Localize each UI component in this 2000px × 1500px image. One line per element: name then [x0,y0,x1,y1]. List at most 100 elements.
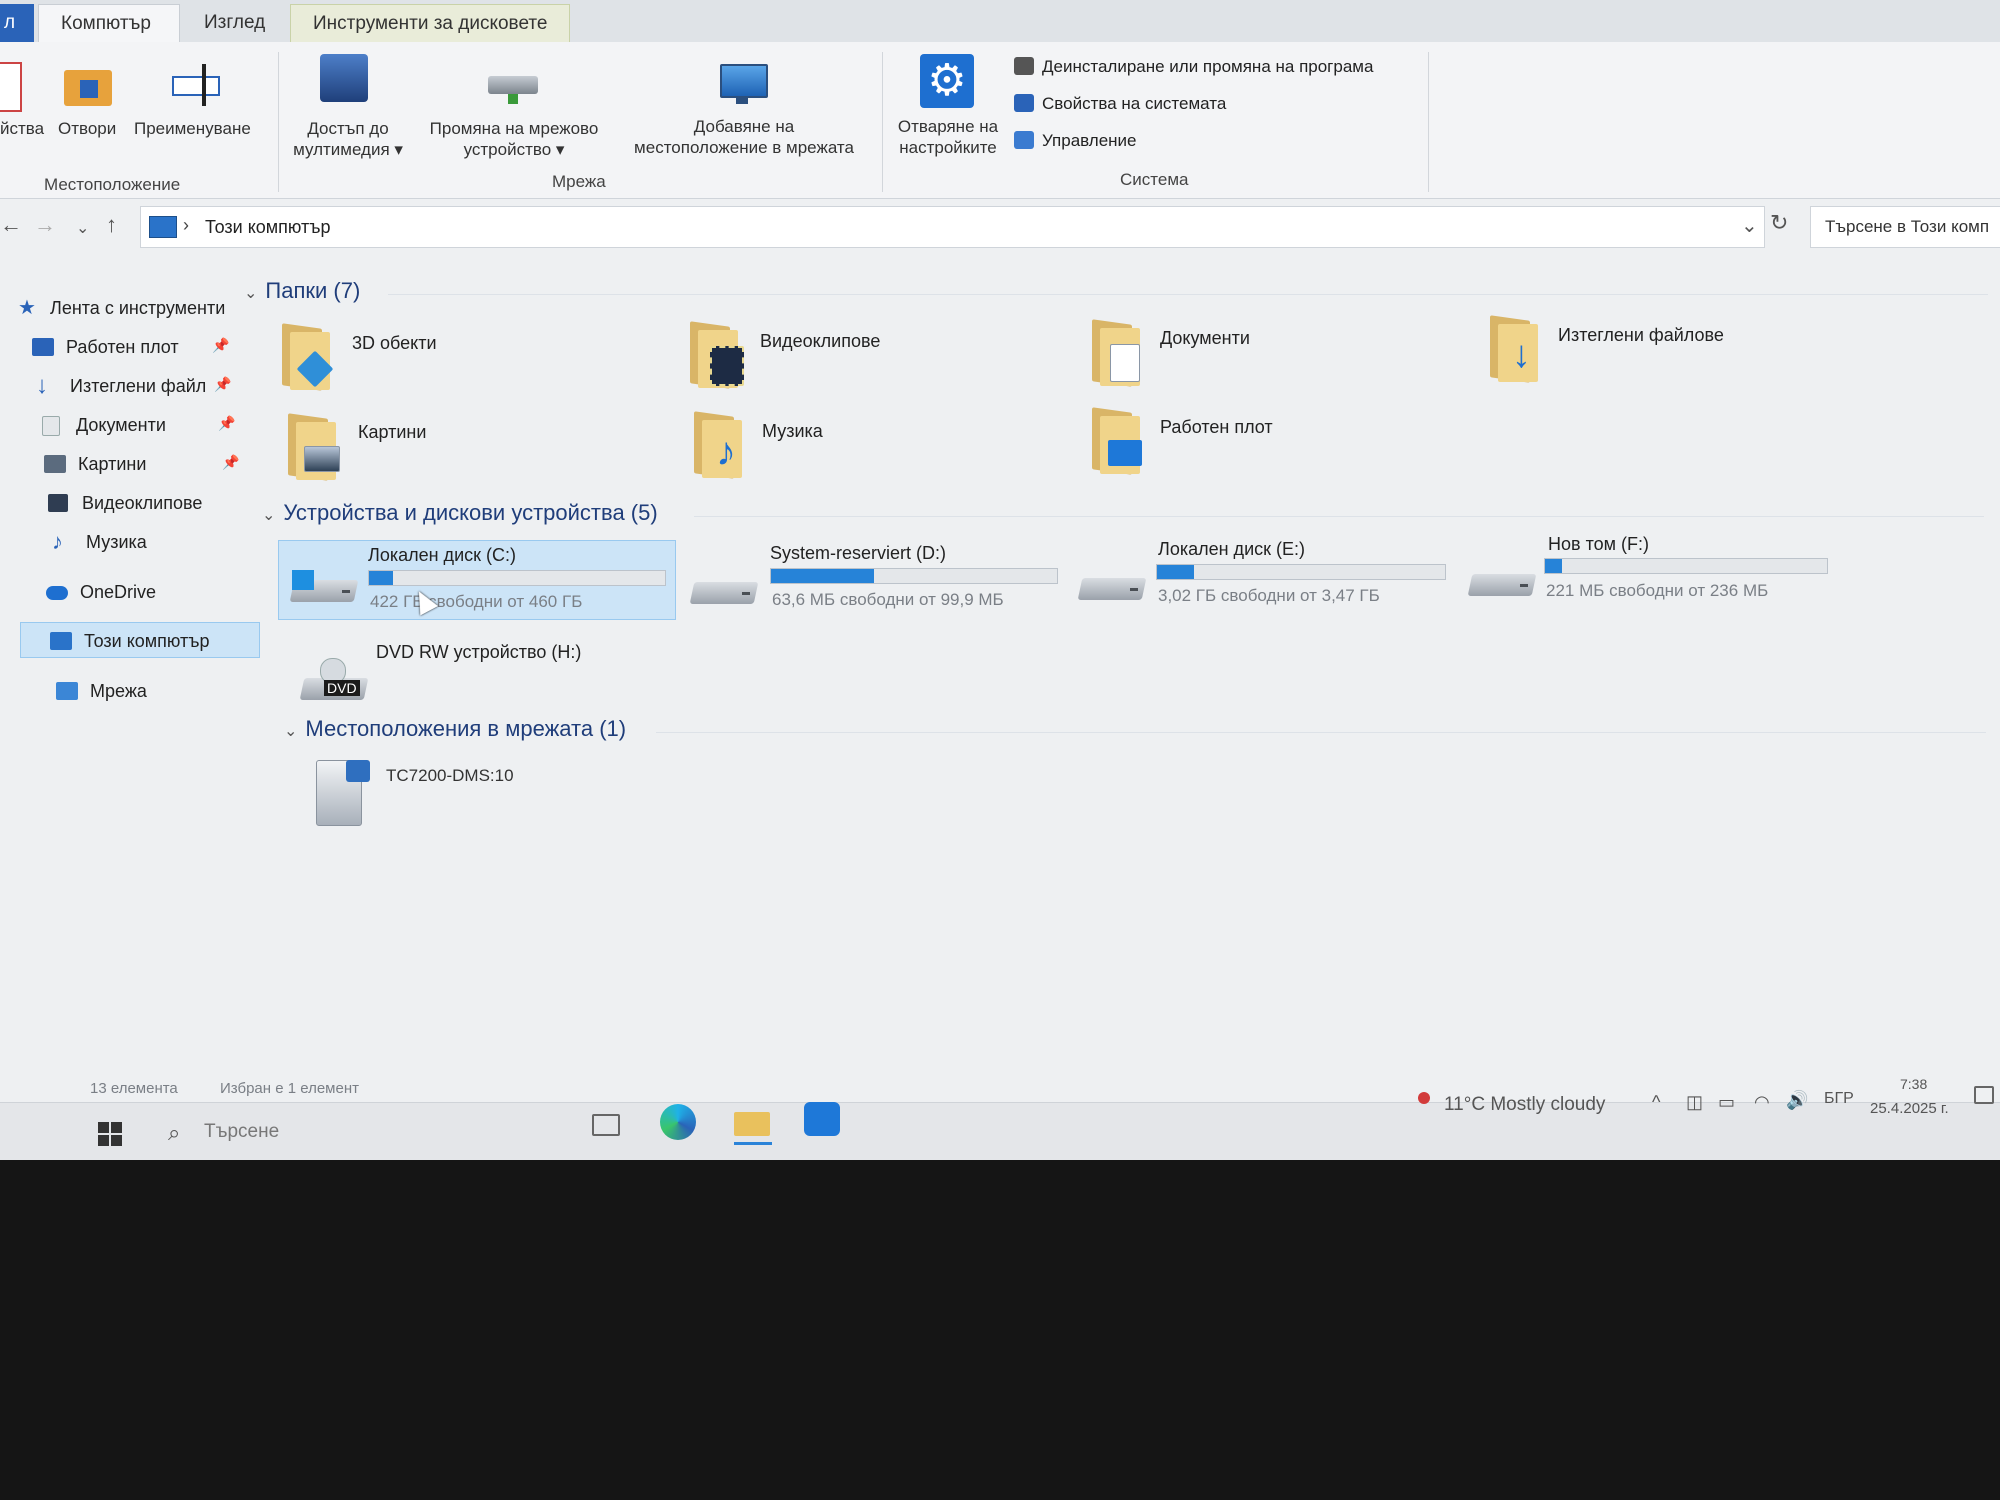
add-network-location-button[interactable]: Добавяне на местоположение в мрежата [620,116,868,158]
dvd-badge: DVD [324,680,360,696]
media-access-label-2: мултимедия ▾ [293,140,403,159]
windows-start-icon[interactable] [98,1122,122,1146]
language-indicator[interactable]: БГР [1824,1090,1854,1108]
weather-alert-icon [1418,1092,1430,1104]
edge-browser-icon[interactable] [660,1104,696,1140]
folder-3d-objects[interactable]: 3D обекти [352,333,437,354]
camera-icon[interactable]: ◫ [1686,1092,1703,1113]
drive-f-icon [1467,564,1537,598]
sidebar-item-label: Документи [76,415,166,435]
wifi-icon[interactable]: ◠ [1754,1092,1770,1113]
media-access-button[interactable]: Достъп до мултимедия ▾ [290,118,406,160]
sidebar-item-documents[interactable]: Документи [42,410,166,440]
task-view-icon[interactable] [592,1114,620,1136]
group-label-system: Система [1120,170,1189,189]
tab-drive-tools[interactable]: Инструменти за дисковете [290,4,571,42]
back-button[interactable]: ← [0,212,22,238]
rename-button[interactable]: Преименуване [134,118,251,139]
folder-music[interactable]: Музика [762,421,823,442]
folder-desktop[interactable]: Работен плот [1160,417,1273,438]
uninstall-label: Деинсталиране или промяна на програма [1042,57,1374,76]
ribbon-separator [882,52,883,192]
breadcrumb-separator: › [183,215,189,235]
outlook-icon[interactable] [804,1102,840,1136]
pin-icon: 📌 [222,454,240,470]
open-button[interactable]: Отвори [58,118,116,139]
refresh-icon[interactable]: ↻ [1770,210,1788,236]
drive-h-name[interactable]: DVD RW устройство (H:) [376,642,581,663]
drive-e-name[interactable]: Локален диск (E:) [1158,539,1305,560]
address-bar[interactable]: › Този компютър ⌄ [140,206,1765,248]
folder-pictures[interactable]: Картини [358,422,426,443]
folder-documents[interactable]: Документи [1160,328,1250,349]
manage-button[interactable]: Управление [1014,129,1137,153]
clock-time[interactable]: 7:38 [1900,1076,1927,1092]
file-explorer-taskbar-icon[interactable] [734,1106,772,1145]
network-location-tc7200[interactable]: TC7200-DMS:10 [386,766,514,786]
section-header-folders[interactable]: ⌄ Папки (7) [244,278,360,304]
sidebar-item-network[interactable]: Мрежа [56,676,147,706]
status-selected-count: Избран е 1 елемент [220,1080,359,1097]
pin-icon: 📌 [214,376,232,392]
breadcrumb-this-pc[interactable]: Този компютър [205,217,331,238]
search-box[interactable]: Търсене в Този комп [1810,206,2000,248]
battery-icon[interactable]: ▭ [1718,1092,1735,1113]
sidebar-item-label: Лента с инструменти [50,298,226,318]
drive-d-name[interactable]: System-reserviert (D:) [770,543,946,564]
sidebar-item-desktop[interactable]: Работен плот [32,332,179,362]
folder-downloads[interactable]: Изтеглени файлове [1558,325,1724,346]
folder-documents-icon [1092,319,1144,387]
tab-computer[interactable]: Компютър [38,4,180,42]
pin-icon: 📌 [218,415,236,431]
weather-widget[interactable]: 11°C Mostly cloudy [1444,1094,1605,1116]
section-header-devices[interactable]: ⌄ Устройства и дискови устройства (5) [262,500,658,526]
open-settings-label-2: настройките [899,138,997,157]
volume-icon[interactable]: 🔊 [1786,1090,1808,1111]
search-icon: ⌕ [168,1120,181,1145]
sidebar-item-downloads[interactable]: ↓ Изтеглени файл [36,371,206,401]
sidebar-item-label: Картини [78,454,147,474]
sidebar-item-onedrive[interactable]: OneDrive [46,577,156,607]
tray-overflow-chevron-icon[interactable]: ^ [1652,1092,1660,1113]
folder-pictures-icon [288,413,340,481]
add-location-label-2: местоположение в мрежата [634,138,854,157]
folder-videos[interactable]: Видеоклипове [760,331,880,352]
open-icon [64,64,114,106]
group-label-network: Мрежа [552,172,606,191]
notifications-icon[interactable] [1974,1086,1994,1104]
system-properties-icon [1014,94,1034,112]
recent-locations-chevron-icon[interactable]: ⌄ [76,218,89,238]
sidebar-item-this-pc[interactable]: Този компютър [50,626,210,656]
properties-button[interactable]: йства [0,118,44,139]
drive-c-usage-bar [368,570,666,586]
collapse-chevron-icon: ⌄ [244,285,258,302]
system-drive-icon [289,570,359,604]
uninstall-program-button[interactable]: Деинсталиране или промяна на програма [1014,55,1373,79]
open-settings-button[interactable]: Отваряне на настройките [888,116,1008,158]
sidebar-item-pictures[interactable]: Картини [44,449,146,479]
drive-c-usage-fill [369,571,393,585]
sidebar-quick-access[interactable]: ★ Лента с инструменти [18,293,225,323]
manage-icon [1014,131,1034,149]
map-drive-icon [488,72,540,106]
up-button[interactable]: ↑ [106,212,117,238]
desktop-icon [32,338,54,356]
picture-icon [44,455,66,473]
collapse-chevron-icon: ⌄ [262,507,276,524]
drive-f-name[interactable]: Нов том (F:) [1548,534,1649,555]
section-title: Устройства и дискови устройства (5) [283,500,658,525]
system-properties-button[interactable]: Свойства на системата [1014,92,1226,116]
sidebar-item-music[interactable]: ♪ Музика [52,527,147,557]
taskbar-search-box[interactable]: Търсене [204,1121,279,1143]
forward-button[interactable]: → [34,212,56,238]
film-icon [48,494,68,512]
network-icon [56,682,78,700]
tab-view[interactable]: Изглед [182,4,287,42]
section-header-network-locations[interactable]: ⌄ Местоположения в мрежата (1) [284,716,626,742]
address-dropdown-chevron-icon[interactable]: ⌄ [1741,213,1758,238]
map-network-drive-button[interactable]: Промяна на мрежово устройство ▾ [414,118,614,160]
tab-file[interactable]: л [0,4,34,42]
sidebar-item-videos[interactable]: Видеоклипове [48,488,202,518]
clock-date[interactable]: 25.4.2025 г. [1870,1100,1949,1117]
pin-icon: 📌 [212,337,230,353]
